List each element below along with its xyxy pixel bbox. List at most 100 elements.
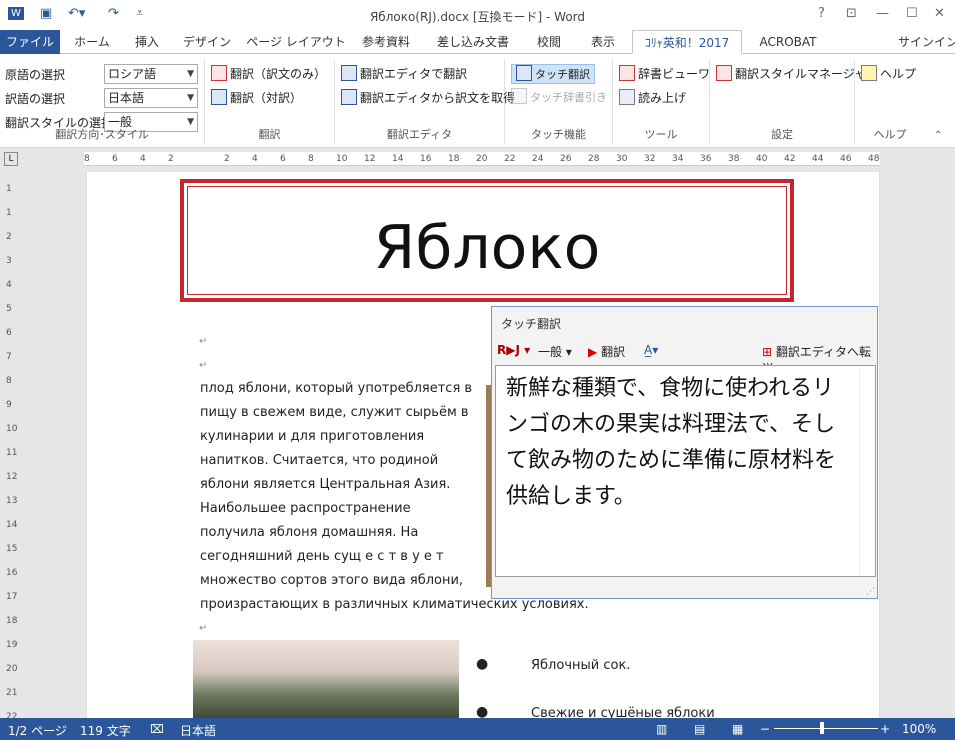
close-icon[interactable]: ✕	[934, 6, 945, 21]
tab-design[interactable]: デザイン	[178, 30, 236, 54]
source-lang-select[interactable]: ロシア語 ▼	[104, 64, 198, 84]
ruler-tick: 3	[6, 256, 12, 266]
tab-page-layout[interactable]: ページ レイアウト	[246, 30, 346, 54]
tab-insert[interactable]: 挿入	[124, 30, 170, 54]
ruler-tick: 10	[6, 424, 18, 434]
resize-grip-icon[interactable]: ⋰	[866, 587, 875, 597]
tab-file[interactable]: ファイル	[0, 30, 60, 54]
bilingual-icon	[211, 89, 227, 105]
options-icon[interactable]: A̲▾	[644, 343, 658, 357]
ruler-tick: 32	[644, 154, 656, 164]
help-ribbon-button[interactable]: ヘルプ	[861, 64, 916, 84]
bullet-item[interactable]: Свежие и сушёные яблоки	[531, 706, 715, 718]
translate-bilingual-button[interactable]: 翻訳（対訳）	[211, 88, 302, 108]
style-dropdown[interactable]: 一般 ▾	[538, 343, 572, 360]
word-count[interactable]: 119 文字	[80, 722, 131, 739]
tab-view[interactable]: 表示	[580, 30, 626, 54]
body-line[interactable]: произрастающих в различных климатических…	[200, 597, 589, 612]
ruler-tick: 2	[224, 154, 230, 164]
ruler-tick: 2	[168, 154, 174, 164]
touch-dictionary-button[interactable]: タッチ辞書引き	[511, 88, 607, 108]
touch-dict-icon	[511, 88, 527, 104]
group-label: 翻訳	[258, 128, 281, 141]
ruler-tick: 9	[6, 400, 12, 410]
ruler-tick: 18	[6, 616, 18, 626]
ruler-tick: 2	[6, 232, 12, 242]
popup-scrollbar[interactable]	[859, 366, 875, 576]
ruler-tick: 21	[6, 688, 18, 698]
tab-selector[interactable]: L	[4, 152, 18, 166]
body-line[interactable]: получила яблоня домашняя. На	[200, 525, 418, 540]
ruler-tick: 1	[6, 208, 12, 218]
zoom-slider[interactable]	[774, 728, 878, 729]
tab-references[interactable]: 参考資料	[354, 30, 418, 54]
ribbon-tabs: ファイル ホーム 挿入 デザイン ページ レイアウト 参考資料 差し込み文書 校…	[0, 30, 955, 54]
body-line[interactable]: плод яблони, который употребляется в	[200, 381, 472, 396]
tab-korya[interactable]: ｺﾘｬ英和！2017	[632, 30, 742, 54]
source-lang-label: 原語の選択	[5, 68, 66, 82]
page-count[interactable]: 1/2 ページ	[8, 722, 67, 739]
ruler-tick: 38	[728, 154, 740, 164]
body-line[interactable]: яблони является Центральная Азия.	[200, 477, 450, 492]
group-settings: 翻訳スタイルマネージャ 設定	[710, 60, 866, 144]
proofing-icon[interactable]: ⌧	[150, 722, 164, 736]
ruler-tick: 12	[6, 472, 18, 482]
tab-mailings[interactable]: 差し込み文書	[428, 30, 518, 54]
signin-link[interactable]: サインイン	[898, 30, 955, 54]
print-layout-icon[interactable]: ▤	[694, 722, 705, 736]
translation-output[interactable]: 新鮮な種類で、食物に使われるリンゴの木の果実は料理法で、そして飲み物のために準備…	[495, 365, 876, 577]
editor-translate-button[interactable]: 翻訳エディタで翻訳	[341, 64, 467, 84]
zoom-in-icon[interactable]: +	[880, 722, 890, 736]
editor-fetch-button[interactable]: 翻訳エディタから訳文を取得	[341, 88, 515, 108]
web-layout-icon[interactable]: ▦	[732, 722, 743, 736]
group-label: ツール	[644, 128, 678, 141]
ruler-tick: 17	[6, 592, 18, 602]
village-image[interactable]	[193, 640, 459, 718]
body-line[interactable]: сегодняшний день сущ е с т в у е т	[200, 549, 444, 564]
read-aloud-button[interactable]: 読み上げ	[619, 88, 686, 108]
body-line[interactable]: напитков. Считается, что родиной	[200, 453, 438, 468]
body-line[interactable]: множество сортов этого вида яблони,	[200, 573, 463, 588]
ruler-tick: 34	[672, 154, 684, 164]
collapse-ribbon-icon[interactable]: ⌃	[934, 130, 942, 141]
touch-translate-button[interactable]: タッチ翻訳	[511, 64, 595, 84]
dictionary-viewer-button[interactable]: 辞書ビューワ	[619, 64, 710, 84]
help-button[interactable]: ?	[818, 6, 825, 21]
ruler-tick: 46	[840, 154, 852, 164]
body-line[interactable]: кулинарии и для приготовления	[200, 429, 424, 444]
minimize-icon[interactable]: —	[876, 6, 889, 21]
style-manager-button[interactable]: 翻訳スタイルマネージャ	[716, 64, 866, 84]
ruler-tick: 22	[504, 154, 516, 164]
document-title[interactable]: Яблоко	[184, 213, 790, 283]
tab-home[interactable]: ホーム	[66, 30, 118, 54]
tab-review[interactable]: 校閲	[526, 30, 572, 54]
window-title: Яблоко(RJ).docx [互換モード] - Word	[369, 10, 586, 24]
ruler-tick: 48	[868, 154, 880, 164]
bullet-item[interactable]: Яблочный сок.	[531, 658, 630, 673]
popup-translate-button[interactable]: ▶ 翻訳	[588, 343, 625, 360]
bullet-icon: ●	[476, 656, 489, 672]
body-line[interactable]: Наибольшее распространение	[200, 501, 411, 516]
dictionary-icon	[619, 65, 635, 81]
read-mode-icon[interactable]: ▥	[656, 722, 667, 736]
ribbon-display-icon[interactable]: ⊡	[846, 6, 857, 21]
direction-select[interactable]: R▶J ▾	[497, 343, 530, 357]
ruler-tick: 13	[6, 496, 18, 506]
horizontal-ruler[interactable]: 8 6 4 2 2 4 6 8 10 12 14 16 18 20 22 24 26 28 30 32 34 36 38 40…	[84, 152, 880, 166]
tab-acrobat[interactable]: ACROBAT	[750, 30, 826, 54]
popup-title: タッチ翻訳	[501, 317, 562, 331]
ruler-tick: 8	[84, 154, 90, 164]
vertical-ruler[interactable]: 1 1 2 3 4 5 6 7 8 9 10 11 12 13 14 15 16 17 18 19 20 21 22	[4, 174, 18, 722]
ruler-tick: 20	[6, 664, 18, 674]
language-indicator[interactable]: 日本語	[180, 722, 216, 739]
zoom-out-icon[interactable]: −	[760, 722, 770, 736]
target-lang-label: 訳語の選択	[5, 92, 66, 106]
group-label: 設定	[771, 128, 793, 141]
translate-only-button[interactable]: 翻訳（訳文のみ）	[211, 64, 326, 84]
group-touch: タッチ翻訳 タッチ辞書引き タッチ機能	[505, 60, 613, 144]
zoom-slider-thumb[interactable]	[820, 722, 824, 734]
zoom-level[interactable]: 100%	[902, 722, 936, 736]
maximize-icon[interactable]: ☐	[906, 6, 918, 21]
body-line[interactable]: пищу в свежем виде, служит сырьём в	[200, 405, 469, 420]
target-lang-select[interactable]: 日本語 ▼	[104, 88, 198, 108]
